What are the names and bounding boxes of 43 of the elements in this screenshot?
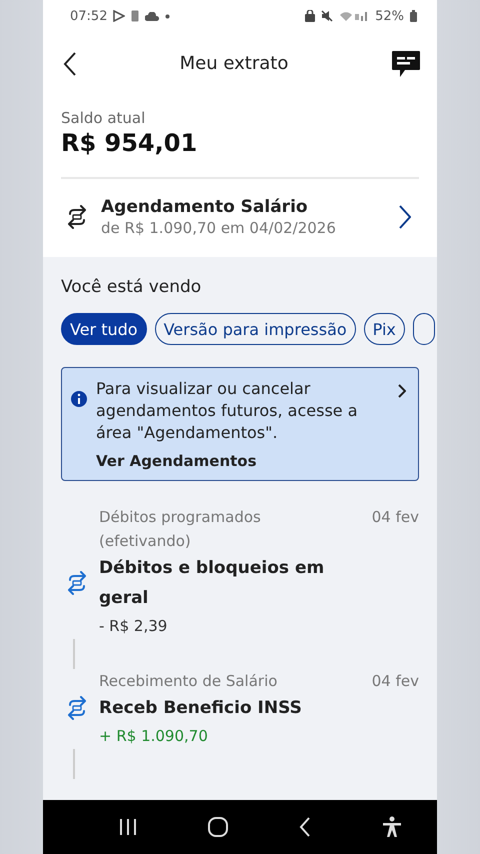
- chevron-icon: [398, 384, 406, 398]
- page-title: Meu extrato: [178, 53, 290, 74]
- balance-value: R$ 954,01: [61, 129, 198, 157]
- transfer-icon: [65, 696, 89, 720]
- back-icon[interactable]: [63, 52, 77, 76]
- transaction-date: 04 fev: [372, 671, 419, 692]
- info-icon: [70, 390, 88, 408]
- recents-icon[interactable]: [118, 819, 136, 835]
- info-banner[interactable]: Para visualizar ou cancelar agendamentos futuros, acesse a área "Agendamentos". Ver Agendamentos: [61, 367, 419, 481]
- filter-chip[interactable]: Ver tudo: [61, 313, 147, 345]
- phone-icon: [131, 10, 140, 22]
- dot-icon: [165, 14, 170, 18]
- schedule-subtitle: de R$ 1.090,70 em 04/02/2026: [101, 219, 337, 237]
- filter-chip[interactable]: Versão para impressão: [154, 313, 356, 345]
- mute-icon: [321, 10, 334, 22]
- transfer-icon: [65, 205, 89, 229]
- transaction-date: 04 fev: [372, 507, 419, 528]
- transaction-amount: + R$ 1.090,70: [99, 726, 209, 747]
- filter-label: Você está vendo: [61, 277, 202, 297]
- transaction-title: Receb Beneficio INSS: [99, 697, 303, 720]
- schedule-row[interactable]: Agendamento Salário de R$ 1.090,70 em 04/02/2026: [43, 179, 437, 257]
- play-icon: [113, 10, 126, 22]
- transaction-title: Débitos e bloqueios em geral: [99, 557, 326, 610]
- schedule-title: Agendamento Salário: [101, 197, 309, 217]
- status-time: 07:52: [70, 8, 108, 24]
- transaction-category: Débitos programados (efetivando): [99, 507, 262, 552]
- home-icon[interactable]: [208, 817, 228, 837]
- lock-icon: [305, 10, 316, 22]
- info-text: Para visualizar ou cancelar agendamentos futuros, acesse a área "Agendamentos".: [96, 378, 359, 444]
- schedules-link[interactable]: Ver Agendamentos: [96, 452, 390, 470]
- transaction-category: Recebimento de Salário: [99, 671, 278, 692]
- signal-icon: [339, 10, 370, 22]
- filter-chip[interactable]: [412, 313, 435, 345]
- chevron-icon: [399, 205, 411, 229]
- transaction-amount: - R$ 2,39: [99, 616, 168, 637]
- accessibility-icon[interactable]: [382, 816, 402, 838]
- transfer-icon: [65, 571, 89, 595]
- filter-chip[interactable]: Pix: [364, 313, 405, 345]
- battery-icon: [410, 10, 417, 22]
- chat-icon[interactable]: [391, 50, 421, 78]
- battery-percent: 52%: [375, 8, 404, 24]
- balance-label: Saldo atual: [61, 109, 146, 127]
- cloud-icon: [145, 12, 160, 20]
